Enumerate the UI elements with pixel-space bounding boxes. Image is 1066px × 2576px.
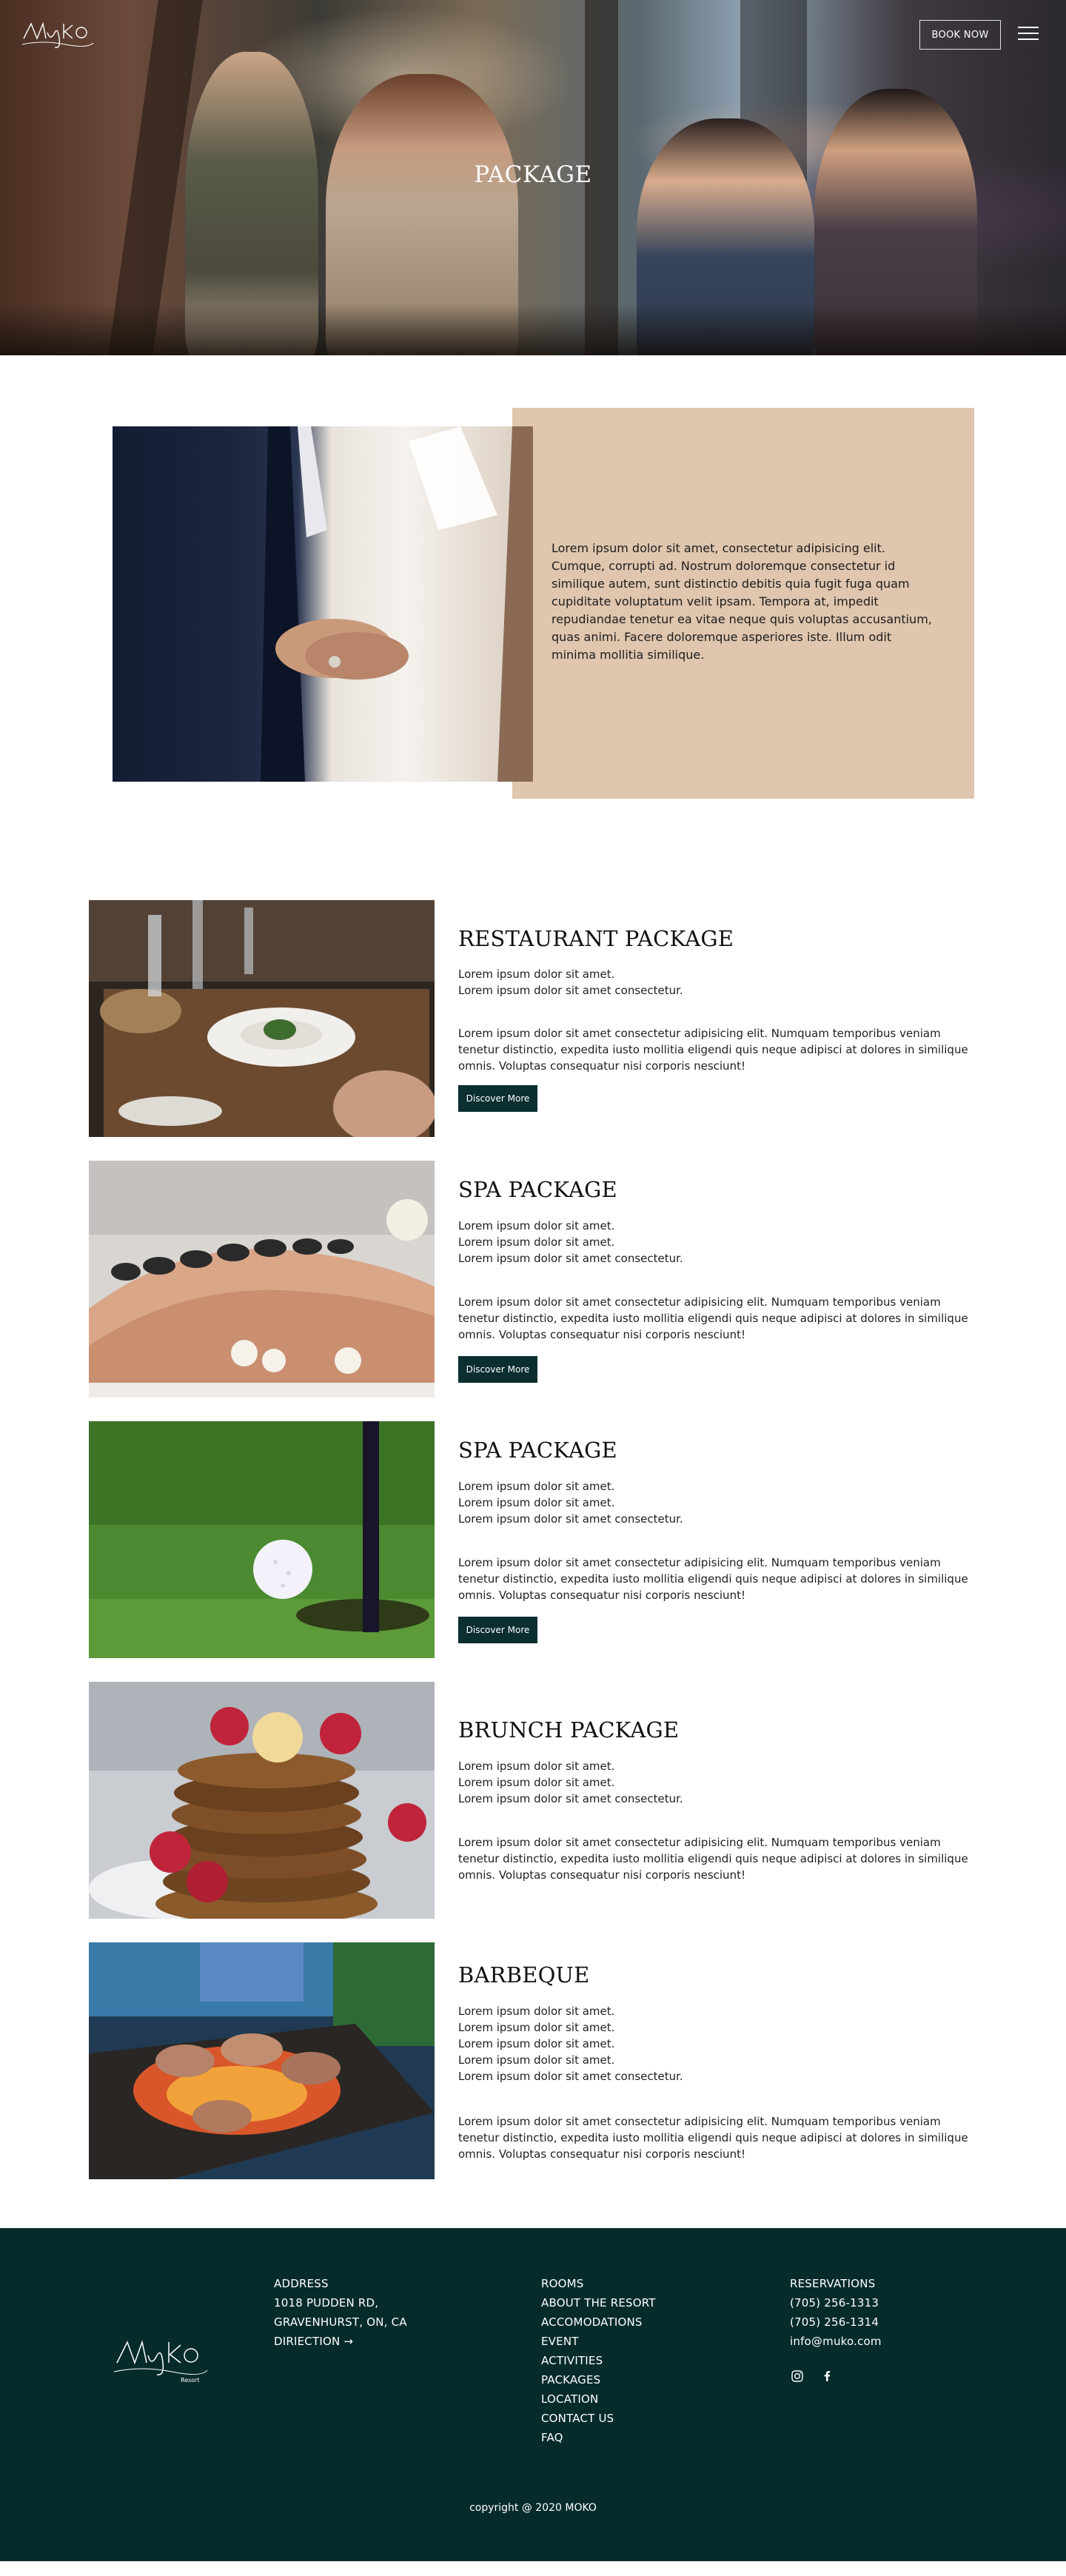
golf-photo xyxy=(89,1421,435,1658)
brunch-photo xyxy=(89,1682,435,1919)
phone-link[interactable]: (705) 256-1314 xyxy=(790,2312,882,2332)
muko-resort-logo[interactable]: Resort xyxy=(113,2333,209,2385)
discover-more-button[interactable]: Discover More xyxy=(458,1356,537,1383)
discover-more-button[interactable]: Discover More xyxy=(458,1085,537,1112)
package-summary: Lorem ipsum dolor sit amet. Lorem ipsum … xyxy=(458,966,683,999)
footer-link-faq[interactable]: FAQ xyxy=(541,2428,656,2447)
package-title: SPA PACKAGE xyxy=(458,1438,617,1463)
package-summary-line: Lorem ipsum dolor sit amet. xyxy=(458,1219,615,1232)
footer-address: ADDRESS 1018 PUDDEN RD, GRAVENHURST, ON,… xyxy=(274,2274,407,2351)
golf-illustration xyxy=(89,1421,435,1658)
facebook-icon[interactable] xyxy=(819,2369,834,2384)
footer-link-location[interactable]: LOCATION xyxy=(541,2389,656,2409)
hero-banner: BOOK NOW PACKAGE xyxy=(0,0,1066,355)
package-summary-line: Lorem ipsum dolor sit amet. xyxy=(458,1760,615,1773)
footer-link-packages[interactable]: PACKAGES xyxy=(541,2370,656,2389)
restaurant-illustration xyxy=(89,900,435,1137)
direction-link[interactable]: DIRIECTION → xyxy=(274,2332,407,2351)
hero-shade xyxy=(0,303,1066,355)
spa-illustration xyxy=(89,1161,435,1398)
package-barbeque: BARBEQUE Lorem ipsum dolor sit amet. Lor… xyxy=(89,1942,977,2179)
package-summary-line: Lorem ipsum dolor sit amet consectetur. xyxy=(458,2070,683,2083)
package-spa: SPA PACKAGE Lorem ipsum dolor sit amet. … xyxy=(89,1161,977,1398)
email-link[interactable]: info@muko.com xyxy=(790,2332,882,2351)
muko-logo[interactable] xyxy=(21,16,95,53)
wedding-couple-photo xyxy=(113,426,533,782)
package-summary-line: Lorem ipsum dolor sit amet. xyxy=(458,967,615,981)
package-summary: Lorem ipsum dolor sit amet. Lorem ipsum … xyxy=(458,1478,683,1527)
footer-link-about[interactable]: ABOUT THE RESORT xyxy=(541,2293,656,2312)
package-description: Lorem ipsum dolor sit amet consectetur a… xyxy=(458,1836,968,1882)
page-title: PACKAGE xyxy=(474,161,592,188)
package-summary-line: Lorem ipsum dolor sit amet. xyxy=(458,1235,615,1249)
package-summary-line: Lorem ipsum dolor sit amet consectetur. xyxy=(458,1792,683,1805)
package-summary-line: Lorem ipsum dolor sit amet. xyxy=(458,2005,615,2018)
pancakes-illustration xyxy=(89,1682,435,1919)
package-restaurant: RESTAURANT PACKAGE Lorem ipsum dolor sit… xyxy=(89,900,977,1137)
book-now-button[interactable]: BOOK NOW xyxy=(919,20,1001,50)
spa-photo xyxy=(89,1161,435,1398)
address-line: 1018 PUDDEN RD, xyxy=(274,2296,379,2310)
restaurant-photo xyxy=(89,900,435,1137)
package-summary-line: Lorem ipsum dolor sit amet. xyxy=(458,2053,615,2067)
package-description: Lorem ipsum dolor sit amet consectetur a… xyxy=(458,1295,968,1341)
footer-nav: ROOMS ABOUT THE RESORT ACCOMODATIONS EVE… xyxy=(541,2274,656,2447)
package-summary-line: Lorem ipsum dolor sit amet. xyxy=(458,1480,615,1493)
package-description: Lorem ipsum dolor sit amet consectetur a… xyxy=(458,2115,968,2161)
package-summary-line: Lorem ipsum dolor sit amet. xyxy=(458,2037,615,2050)
package-title: SPA PACKAGE xyxy=(458,1177,617,1202)
grill-illustration xyxy=(89,1942,435,2179)
package-spa-golf: SPA PACKAGE Lorem ipsum dolor sit amet. … xyxy=(89,1421,977,1658)
package-summary: Lorem ipsum dolor sit amet. Lorem ipsum … xyxy=(458,1758,683,1807)
instagram-icon[interactable] xyxy=(790,2369,805,2384)
footer-link-accommodations[interactable]: ACCOMODATIONS xyxy=(541,2312,656,2332)
footer-link-rooms[interactable]: ROOMS xyxy=(541,2274,656,2293)
wedding-hands-illustration xyxy=(261,426,533,782)
footer-link-activities[interactable]: ACTIVITIES xyxy=(541,2351,656,2370)
package-description: Lorem ipsum dolor sit amet consectetur a… xyxy=(458,1027,968,1073)
package-summary-line: Lorem ipsum dolor sit amet consectetur. xyxy=(458,1252,683,1265)
hamburger-menu-icon[interactable] xyxy=(1018,27,1039,41)
package-title: BARBEQUE xyxy=(458,1962,590,1988)
package-summary: Lorem ipsum dolor sit amet. Lorem ipsum … xyxy=(458,2003,683,2084)
package-title: RESTAURANT PACKAGE xyxy=(458,926,734,951)
package-title: BRUNCH PACKAGE xyxy=(458,1717,680,1743)
phone-link[interactable]: (705) 256-1313 xyxy=(790,2293,882,2312)
svg-text:Resort: Resort xyxy=(181,2377,200,2384)
address-line: GRAVENHURST, ON, CA xyxy=(274,2315,407,2329)
package-summary-line: Lorem ipsum dolor sit amet consectetur. xyxy=(458,1512,683,1526)
footer-link-event[interactable]: EVENT xyxy=(541,2332,656,2351)
site-footer: Resort ADDRESS 1018 PUDDEN RD, GRAVENHUR… xyxy=(0,2228,1066,2561)
intro-text: Lorem ipsum dolor sit amet, consectetur … xyxy=(552,541,932,662)
package-brunch: BRUNCH PACKAGE Lorem ipsum dolor sit ame… xyxy=(89,1682,977,1919)
discover-more-button[interactable]: Discover More xyxy=(458,1617,537,1643)
address-label: ADDRESS xyxy=(274,2277,329,2290)
package-summary-line: Lorem ipsum dolor sit amet. xyxy=(458,1776,615,1789)
package-summary: Lorem ipsum dolor sit amet. Lorem ipsum … xyxy=(458,1218,683,1267)
package-summary-line: Lorem ipsum dolor sit amet. xyxy=(458,1496,615,1509)
barbeque-photo xyxy=(89,1942,435,2179)
copyright-text: copyright @ 2020 MOKO xyxy=(469,2502,597,2514)
package-summary-line: Lorem ipsum dolor sit amet consectetur. xyxy=(458,984,683,997)
package-summary-line: Lorem ipsum dolor sit amet. xyxy=(458,2021,615,2034)
package-description: Lorem ipsum dolor sit amet consectetur a… xyxy=(458,1556,968,1602)
footer-reservations: RESERVATIONS (705) 256-1313 (705) 256-13… xyxy=(790,2274,882,2351)
reservations-label: RESERVATIONS xyxy=(790,2277,876,2290)
footer-link-contact[interactable]: CONTACT US xyxy=(541,2409,656,2428)
